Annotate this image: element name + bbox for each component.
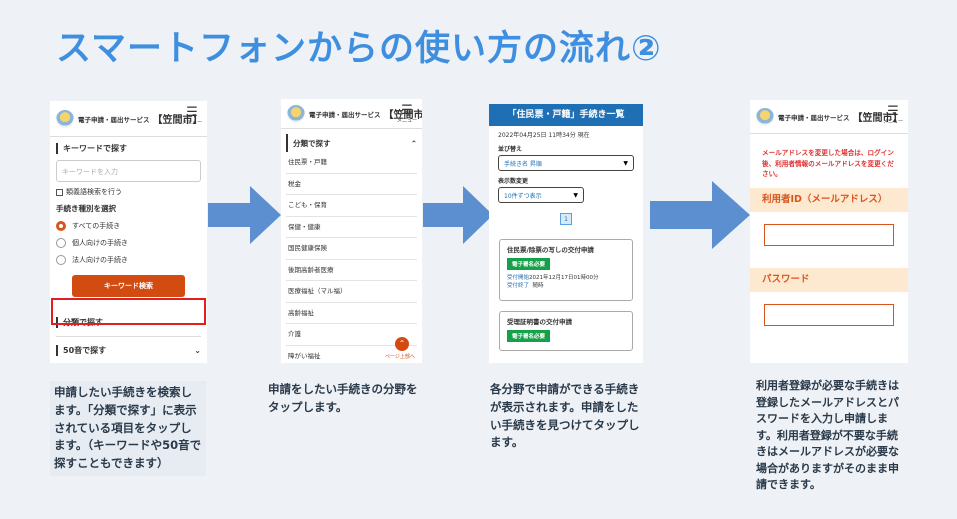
accordion-label: 50音で探す	[56, 345, 106, 356]
reception-end: 受付終了 随時	[507, 281, 625, 289]
to-top-label[interactable]: ページ上部へ	[385, 353, 415, 360]
procedure-card[interactable]: 受理証明書の交付申請 電子署名必要	[499, 311, 633, 351]
category-item[interactable]: 住民票・戸籍	[286, 152, 417, 174]
chevron-up-icon: ⌃	[410, 138, 417, 148]
page-button[interactable]: 1	[560, 213, 572, 225]
radio-individual[interactable]: 個人向けの手続き	[56, 234, 201, 251]
hamburger-icon: ☰	[401, 103, 413, 118]
userid-label: 利用者ID（メールアドレス）	[750, 187, 908, 212]
chevron-down-icon: ⌄	[194, 346, 201, 355]
step-caption: 各分野で申請ができる手続きが表示されます。申請をしたい手続きを見つけてタップしま…	[490, 382, 640, 450]
type-label: 手続き種別を選択	[56, 204, 116, 213]
hamburger-icon: ☰	[186, 105, 198, 120]
synonym-checkbox[interactable]: 類義語検索を行う	[56, 187, 201, 197]
sort-value: 手続き名 昇順	[504, 160, 542, 168]
password-input[interactable]	[764, 303, 894, 326]
hamburger-icon: ☰	[887, 104, 899, 119]
highlight-box	[51, 298, 206, 325]
category-item[interactable]: 後期高齢者医療	[286, 260, 417, 281]
service-name: 電子申請・届出サービス	[309, 110, 381, 119]
procedure-list-title: 「住民票・戸籍」手続き一覧	[489, 104, 643, 126]
radio-selected-icon	[56, 220, 66, 231]
caret-down-icon: ▼	[573, 191, 578, 199]
city-logo	[756, 107, 774, 126]
category-header[interactable]: 分類で探す ⌃	[286, 134, 417, 152]
timestamp: 2022年04月25日 11時34分 現在	[498, 132, 590, 139]
radio-label: 個人向けの手続き	[72, 238, 128, 247]
phone-screen-procedures: 「住民票・戸籍」手続き一覧 2022年04月25日 11時34分 現在 並び替え…	[489, 104, 643, 363]
end-label: 受付終了	[507, 283, 530, 289]
end-value: 随時	[532, 283, 544, 289]
city-logo	[56, 109, 74, 128]
procedure-card[interactable]: 住民票/除票の写しの交付申請 電子署名必要 受付開始2021年12月17日01時…	[499, 239, 633, 301]
arrow-right-icon	[650, 181, 750, 249]
signature-badge: 電子署名必要	[507, 258, 551, 270]
sort-select[interactable]: 手続き名 昇順 ▼	[498, 155, 634, 171]
menu-label: メニュー	[181, 120, 202, 126]
category-item[interactable]: 保健・健康	[286, 217, 417, 238]
arrow-right-icon	[423, 186, 493, 244]
category-header-label: 分類で探す	[293, 138, 331, 148]
reception-start: 受付開始2021年12月17日01時00分	[507, 273, 625, 281]
category-item[interactable]: こども・保育	[286, 195, 417, 217]
radio-label: 法人向けの手続き	[72, 255, 128, 264]
keyword-input[interactable]: キーワードを入力	[56, 160, 201, 182]
keyword-section-title: キーワードで探す	[56, 143, 201, 154]
caret-down-icon: ▼	[623, 159, 628, 167]
signature-badge: 電子署名必要	[507, 330, 551, 342]
category-item[interactable]: 医療福祉（マル福）	[286, 281, 417, 303]
radio-icon	[56, 237, 66, 248]
menu-button[interactable]: ☰ メニュー	[396, 103, 417, 124]
count-value: 10件ずつ表示	[504, 192, 542, 200]
arrow-right-icon	[208, 186, 281, 244]
procedure-title: 住民票/除票の写しの交付申請	[507, 246, 594, 254]
menu-button[interactable]: ☰ メニュー	[181, 105, 202, 126]
count-label: 表示数変更	[498, 178, 529, 185]
category-item[interactable]: 国民健康保険	[286, 238, 417, 260]
count-select[interactable]: 10件ずつ表示 ▼	[498, 187, 584, 203]
phone-screen-categories: 電子申請・届出サービス 【笠間市】 ☰メニュー 分類で探す ⌃ 住民票・戸籍 税金…	[281, 99, 422, 363]
procedure-title: 受理証明書の交付申請	[507, 318, 572, 326]
to-top-icon[interactable]: ⌃	[395, 337, 409, 351]
phone-screen-login: 電子申請・届出サービス 【笠間市】 ☰ メニュー メールアドレスを変更した場合は、…	[750, 100, 908, 363]
step-caption: 申請をしたい手続きの分野をタップします。	[268, 382, 418, 414]
sort-label: 並び替え	[498, 146, 523, 153]
synonym-label: 類義語検索を行う	[66, 188, 122, 196]
menu-button[interactable]: ☰ メニュー	[882, 104, 903, 125]
category-item[interactable]: 税金	[286, 174, 417, 195]
email-change-warning: メールアドレスを変更した場合は、ログイン後、利用者情報のメールアドレスを変更くだ…	[762, 149, 894, 179]
slide-title: スマートフォンからの使い方の流れ②	[56, 29, 662, 69]
keyword-search-button[interactable]: キーワード検索	[72, 275, 185, 297]
step-caption: 利用者登録が必要な手続きは登録したメールアドレスとパスワードを入力し申請します。…	[756, 379, 899, 491]
password-label: パスワード	[750, 267, 908, 292]
site-header: 電子申請・届出サービス 【笠間市】 ☰メニュー	[281, 99, 422, 129]
radio-label: すべての手続き	[72, 221, 121, 230]
menu-label: メニュー	[882, 119, 903, 125]
syllabary-accordion[interactable]: 50音で探す ⌄	[56, 336, 201, 363]
userid-input[interactable]	[764, 223, 894, 246]
radio-all[interactable]: すべての手続き	[56, 217, 201, 234]
site-header: 電子申請・届出サービス 【笠間市】 ☰メニュー	[750, 100, 908, 134]
site-header: 電子申請・届出サービス 【笠間市】 ☰メニュー	[50, 101, 207, 137]
step-caption: 申請したい手続きを検索します。「分類で探す」に表示されている項目をタップします。…	[50, 381, 206, 477]
category-item[interactable]: 高齢福祉	[286, 303, 417, 324]
checkbox-icon	[56, 188, 63, 196]
service-name: 電子申請・届出サービス	[778, 113, 850, 122]
service-name: 電子申請・届出サービス	[78, 115, 150, 124]
radio-corporate[interactable]: 法人向けの手続き	[56, 251, 201, 268]
city-logo	[287, 104, 305, 123]
menu-label: メニュー	[396, 118, 417, 124]
radio-icon	[56, 254, 66, 265]
